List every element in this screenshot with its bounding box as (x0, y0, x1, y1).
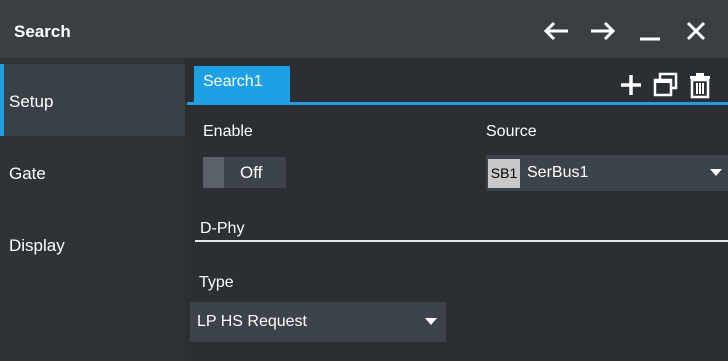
sidebar-item-setup[interactable]: Setup (0, 64, 185, 136)
sidebar-item-gate[interactable]: Gate (0, 136, 185, 208)
enable-toggle[interactable]: Off (203, 157, 286, 188)
section-divider (195, 240, 728, 242)
enable-label: Enable (203, 123, 253, 140)
tab-label: Search1 (203, 73, 263, 90)
chevron-down-icon (425, 318, 437, 325)
serbus-badge: SB1 (488, 159, 520, 188)
type-value: LP HS Request (197, 313, 307, 330)
section-title: D-Phy (200, 220, 245, 237)
add-icon[interactable] (618, 68, 644, 100)
sidebar-item-label: Setup (9, 92, 54, 111)
tab-search1[interactable]: Search1 (194, 66, 290, 102)
delete-icon[interactable] (687, 68, 713, 100)
arrow-left-icon[interactable] (540, 17, 572, 45)
chevron-down-icon (710, 169, 722, 176)
arrow-right-icon[interactable] (587, 17, 619, 45)
toggle-knob (203, 157, 224, 188)
sidebar: Setup Gate Display (0, 58, 185, 361)
source-value: SerBus1 (527, 164, 589, 181)
duplicate-icon[interactable] (653, 68, 679, 100)
close-icon[interactable] (680, 17, 712, 45)
title-bar: Search (0, 0, 728, 58)
sidebar-item-display[interactable]: Display (0, 208, 185, 280)
sidebar-item-label: Display (9, 236, 65, 255)
content-panel: Search1 Enable Off Source SB1 SerBus1 D-… (187, 58, 728, 361)
sidebar-item-label: Gate (9, 164, 46, 183)
tab-bar: Search1 (187, 66, 728, 105)
window-title: Search (14, 22, 71, 41)
toggle-state: Off (240, 163, 263, 182)
source-select[interactable]: SB1 SerBus1 (486, 155, 728, 191)
source-label: Source (486, 123, 537, 140)
type-label: Type (199, 274, 234, 291)
type-select[interactable]: LP HS Request (190, 302, 446, 342)
minimize-icon[interactable] (634, 17, 666, 45)
